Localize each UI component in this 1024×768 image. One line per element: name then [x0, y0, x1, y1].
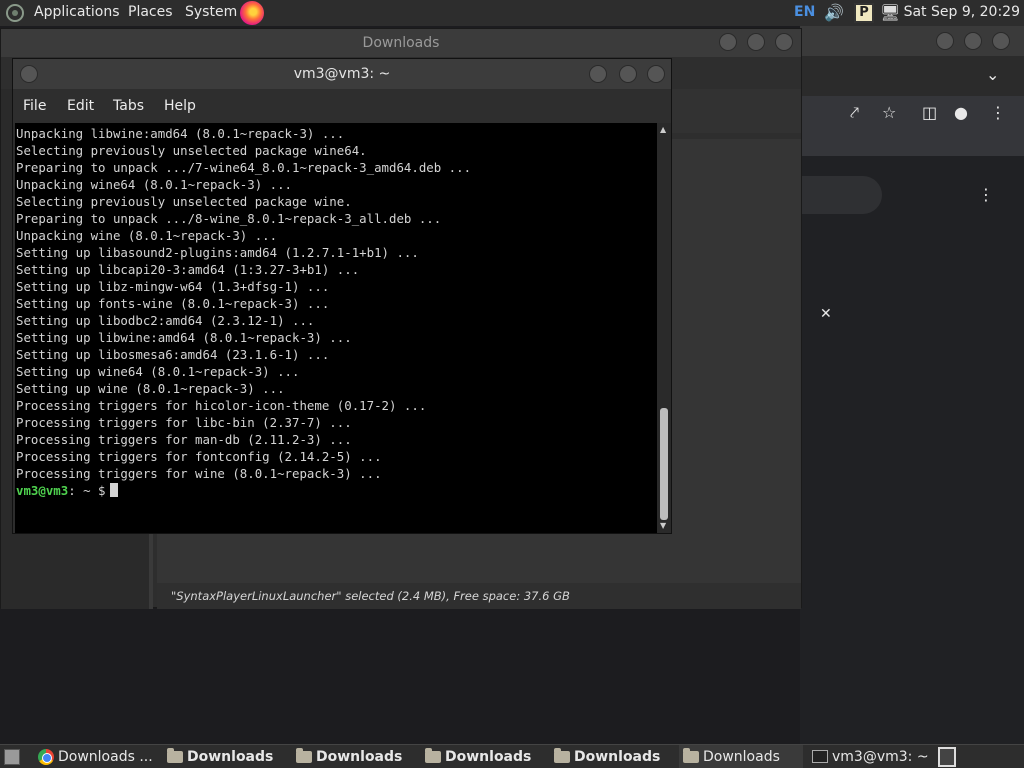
terminal-titlebar[interactable]: vm3@vm3: ~ [13, 59, 671, 89]
trash-icon[interactable] [938, 747, 956, 767]
terminal-line: Preparing to unpack .../8-wine_8.0.1~rep… [16, 211, 442, 226]
show-desktop-icon[interactable] [4, 749, 20, 765]
dismiss-close-icon[interactable]: ✕ [820, 305, 832, 323]
bottom-taskbar: Downloads ... Downloads Downloads Downlo… [0, 744, 1024, 768]
terminal-maximize-button[interactable] [619, 65, 637, 83]
terminal-line: Unpacking libwine:amd64 (8.0.1~repack-3)… [16, 126, 345, 141]
terminal-icon [812, 750, 828, 763]
task-label: Downloads [316, 749, 403, 765]
firefox-launcher-icon[interactable] [240, 1, 264, 25]
terminal-window: vm3@vm3: ~ File Edit Tabs Help Unpacking… [12, 58, 672, 534]
menu-tabs[interactable]: Tabs [113, 98, 144, 114]
terminal-line: Unpacking wine (8.0.1~repack-3) ... [16, 228, 278, 243]
terminal-line: Processing triggers for fontconfig (2.14… [16, 449, 382, 464]
terminal-line: Setting up wine (8.0.1~repack-3) ... [16, 381, 285, 396]
downloads-search-pill[interactable] [800, 176, 882, 214]
terminal-line: Setting up wine64 (8.0.1~repack-3) ... [16, 364, 300, 379]
task-label: Downloads [574, 749, 661, 765]
browser-minimize-button[interactable] [936, 32, 954, 50]
folder-icon [554, 748, 570, 763]
volume-icon[interactable]: 🔊 [824, 3, 844, 23]
terminal-line: Setting up fonts-wine (8.0.1~repack-3) .… [16, 296, 330, 311]
terminal-line: Processing triggers for wine (8.0.1~repa… [16, 466, 382, 481]
side-panel-icon[interactable]: ◫ [922, 104, 937, 122]
terminal-scrollbar[interactable]: ▲ ▼ [657, 123, 671, 533]
scroll-up-arrow-icon[interactable]: ▲ [660, 125, 666, 134]
text-cursor [109, 483, 118, 497]
browser-maximize-button[interactable] [964, 32, 982, 50]
folder-icon [167, 748, 183, 763]
task-downloads-5[interactable]: Downloads [679, 745, 803, 768]
terminal-line: Setting up libwine:amd64 (8.0.1~repack-3… [16, 330, 352, 345]
terminal-line: Setting up libosmesa6:amd64 (23.1.6-1) .… [16, 347, 330, 362]
task-downloads-3[interactable]: Downloads [421, 745, 545, 768]
task-label: vm3@vm3: ~ [832, 749, 929, 765]
tab-search-chevron-down-icon[interactable]: ⌄ [986, 66, 999, 84]
top-panel: Applications Places System EN 🔊 P 🖥 Sat … [0, 0, 1024, 26]
chrome-icon [38, 749, 54, 765]
terminal-line: Unpacking wine64 (8.0.1~repack-3) ... [16, 177, 293, 192]
scroll-down-arrow-icon[interactable]: ▼ [660, 521, 666, 530]
terminal-line: Setting up libasound2-plugins:amd64 (1.2… [16, 245, 419, 260]
folder-icon [683, 748, 699, 763]
fm-close-button[interactable] [775, 33, 793, 51]
network-icon[interactable]: 🖥 [880, 3, 900, 23]
file-manager-title: Downloads [362, 35, 440, 51]
scrollbar-thumb[interactable] [660, 408, 668, 520]
terminal-line: Selecting previously unselected package … [16, 194, 352, 209]
task-label: Downloads [445, 749, 532, 765]
places-menu[interactable]: Places [128, 4, 173, 20]
task-label: Downloads [187, 749, 274, 765]
terminal-close-button[interactable] [647, 65, 665, 83]
folder-icon [296, 748, 312, 763]
menu-logo-icon[interactable] [6, 4, 24, 22]
browser-close-button[interactable] [992, 32, 1010, 50]
file-manager-titlebar[interactable]: Downloads [1, 29, 801, 57]
menu-file[interactable]: File [23, 98, 46, 114]
share-icon[interactable]: ⤤ [850, 104, 859, 122]
applications-menu[interactable]: Applications [34, 4, 120, 20]
menu-edit[interactable]: Edit [67, 98, 94, 114]
terminal-line: Setting up libcapi20-3:amd64 (1:3.27-3+b… [16, 262, 360, 277]
task-browser-downloads[interactable]: Downloads ... [34, 745, 158, 768]
browser-menu-icon[interactable]: ⋮ [990, 104, 1006, 122]
terminal-line: Setting up libz-mingw-w64 (1.3+dfsg-1) .… [16, 279, 330, 294]
terminal-title: vm3@vm3: ~ [293, 66, 391, 82]
clock[interactable]: Sat Sep 9, 20:29 [904, 4, 1020, 20]
terminal-minimize-button[interactable] [589, 65, 607, 83]
fm-maximize-button[interactable] [747, 33, 765, 51]
terminal-line: Processing triggers for libc-bin (2.37-7… [16, 415, 352, 430]
prompt-path: : ~ $ [68, 483, 106, 498]
folder-icon [425, 748, 441, 763]
terminal-line: Processing triggers for man-db (2.11.2-3… [16, 432, 352, 447]
keyboard-layout-indicator[interactable]: EN [794, 4, 815, 20]
browser-toolbar: ⤤ ☆ ◫ ● ⋮ [800, 96, 1024, 156]
terminal-prompt-line[interactable]: vm3@vm3: ~ $ [16, 482, 657, 499]
task-label: Downloads [703, 749, 780, 765]
terminal-line: Selecting previously unselected package … [16, 143, 367, 158]
downloads-more-icon[interactable]: ⋮ [978, 186, 994, 204]
terminal-window-menu-button[interactable] [20, 65, 38, 83]
terminal-output[interactable]: Unpacking libwine:amd64 (8.0.1~repack-3)… [15, 123, 657, 533]
browser-titlebar [800, 26, 1024, 56]
file-manager-statusbar: "SyntaxPlayerLinuxLauncher" selected (2.… [157, 583, 801, 609]
menu-help[interactable]: Help [164, 98, 196, 114]
tray-p-icon[interactable]: P [854, 3, 874, 23]
system-menu[interactable]: System [185, 4, 237, 20]
task-downloads-1[interactable]: Downloads [163, 745, 287, 768]
task-downloads-4[interactable]: Downloads [550, 745, 674, 768]
prompt-user: vm3@vm3 [16, 483, 69, 498]
browser-window: ⌄ ⤤ ☆ ◫ ● ⋮ ⋮ ✕ [800, 26, 1024, 744]
task-label: Downloads ... [58, 749, 153, 765]
bookmark-star-icon[interactable]: ☆ [882, 104, 896, 122]
fm-minimize-button[interactable] [719, 33, 737, 51]
terminal-menubar: File Edit Tabs Help [13, 89, 671, 123]
task-terminal[interactable]: vm3@vm3: ~ [808, 745, 932, 768]
task-downloads-2[interactable]: Downloads [292, 745, 416, 768]
terminal-line: Setting up libodbc2:amd64 (2.3.12-1) ... [16, 313, 315, 328]
terminal-line: Processing triggers for hicolor-icon-the… [16, 398, 427, 413]
profile-icon[interactable]: ● [954, 104, 968, 122]
terminal-line: Preparing to unpack .../7-wine64_8.0.1~r… [16, 160, 472, 175]
